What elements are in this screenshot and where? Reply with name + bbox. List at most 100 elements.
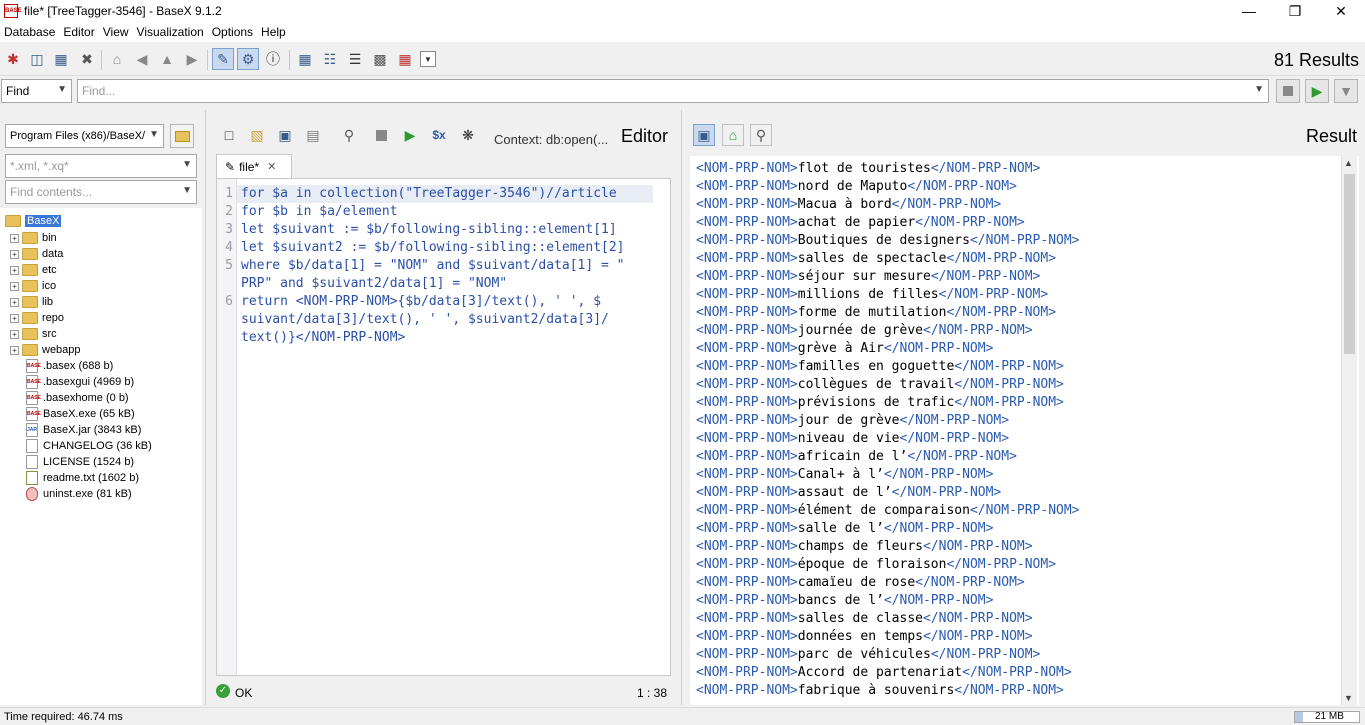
save-icon[interactable]: ▣	[274, 124, 296, 146]
find-mode-select[interactable]: Find ▼	[1, 79, 72, 103]
find-input[interactable]: Find... ▼	[77, 79, 1269, 103]
chevron-down-icon[interactable]: ▼	[1254, 84, 1264, 95]
file-filter-placeholder: *.xml, *.xq*	[10, 159, 69, 173]
folder-view-icon[interactable]: ☰	[344, 48, 366, 70]
code-editor[interactable]: 1 2 3 4 5 6 for $a in collection("TreeTa…	[216, 178, 671, 676]
tree-view-icon[interactable]: ☷	[319, 48, 341, 70]
menu-visualization[interactable]: Visualization	[133, 25, 208, 39]
menu-editor[interactable]: Editor	[59, 25, 98, 39]
tree-root-basex[interactable]: BaseX	[5, 213, 62, 229]
info-icon[interactable]: ⓘ	[262, 48, 284, 70]
tree-file[interactable]: LICENSE (1524 b)	[26, 454, 134, 470]
test-bug-icon[interactable]: ❋	[457, 124, 479, 146]
result-row: <NOM-PRP-NOM>camaïeu de rose</NOM-PRP-NO…	[696, 574, 1025, 592]
scroll-down-icon[interactable]: ▼	[1344, 693, 1353, 703]
tab-file[interactable]: ✎ file* ✕	[216, 154, 292, 178]
menu-view[interactable]: View	[99, 25, 133, 39]
home-icon[interactable]: ⌂	[722, 124, 744, 146]
expand-icon[interactable]: +	[10, 281, 19, 291]
expand-icon[interactable]: +	[10, 313, 19, 323]
memory-meter[interactable]: 21 MB	[1294, 711, 1360, 723]
table-view-icon[interactable]: ▦	[394, 48, 416, 70]
run-query-button[interactable]: ▶	[1305, 79, 1329, 103]
tree-file[interactable]: BASE .basexgui (4969 b)	[26, 374, 134, 390]
tree-folder-repo[interactable]: + repo	[10, 310, 64, 326]
open-file-icon[interactable]: ▧	[246, 124, 268, 146]
chevron-down-icon[interactable]: ▼	[182, 185, 192, 196]
tree-folder-src[interactable]: + src	[10, 326, 57, 342]
tree-file[interactable]: BASE BaseX.exe (65 kB)	[26, 406, 135, 422]
find-bar: Find ▼ Find... ▼ ▶ ▼	[0, 78, 1365, 104]
folder-open-icon	[5, 215, 21, 227]
expand-icon[interactable]: +	[10, 233, 19, 243]
open-database-icon[interactable]: ◫	[26, 48, 48, 70]
tree-file[interactable]: CHANGELOG (36 kB)	[26, 438, 152, 454]
map-view-icon[interactable]: ▦	[294, 48, 316, 70]
close-tab-icon[interactable]: ✕	[267, 160, 276, 173]
filter-button[interactable]: ▼	[1334, 79, 1358, 103]
panel-divider[interactable]	[205, 110, 206, 705]
tree-file[interactable]: BASE .basexhome (0 b)	[26, 390, 129, 406]
find-contents-input[interactable]: Find contents... ▼	[5, 180, 197, 204]
back-icon[interactable]: ◀	[131, 48, 153, 70]
project-path-select[interactable]: Program Files (x86)/BaseX/ ▼	[5, 124, 164, 148]
tree-folder-bin[interactable]: + bin	[10, 230, 57, 246]
variables-icon[interactable]: $x	[428, 124, 450, 146]
result-value: fabrique à souvenirs	[797, 683, 955, 698]
run-icon[interactable]: ▶	[399, 124, 421, 146]
tree-folder-lib[interactable]: + lib	[10, 294, 53, 310]
close-window-button[interactable]: ✕	[1318, 0, 1364, 22]
file-filter-input[interactable]: *.xml, *.xq* ▼	[5, 154, 197, 178]
editor-toggle-icon[interactable]: ✎	[212, 48, 234, 70]
panel-divider[interactable]	[681, 110, 682, 705]
database-properties-icon[interactable]: ▦	[50, 48, 72, 70]
maximize-button[interactable]: ❐	[1272, 0, 1318, 22]
close-database-icon[interactable]: ✖	[76, 48, 98, 70]
views-dropdown-icon[interactable]: ▼	[420, 51, 436, 67]
history-icon[interactable]: ▤	[302, 124, 324, 146]
expand-icon[interactable]: +	[10, 345, 19, 355]
close-tag: </NOM-PRP-NOM>	[922, 629, 1033, 644]
expand-icon[interactable]: +	[10, 249, 19, 259]
result-text-area[interactable]: <NOM-PRP-NOM>flot de touristes</NOM-PRP-…	[690, 156, 1359, 705]
home-icon[interactable]: ⌂	[106, 48, 128, 70]
close-tag: </NOM-PRP-NOM>	[930, 269, 1041, 284]
minimize-button[interactable]: —	[1226, 0, 1272, 22]
expand-icon[interactable]: +	[10, 297, 19, 307]
search-icon[interactable]: ⚲	[338, 124, 360, 146]
browse-folder-button[interactable]	[170, 124, 194, 148]
menu-help[interactable]: Help	[257, 25, 290, 39]
close-tag: </NOM-PRP-NOM>	[907, 449, 1017, 464]
new-file-icon[interactable]: □	[218, 124, 240, 146]
tree-folder-data[interactable]: + data	[10, 246, 63, 262]
menu-database[interactable]: Database	[0, 25, 59, 39]
basex-file-icon: BASE	[26, 375, 41, 389]
scroll-up-icon[interactable]: ▲	[1344, 158, 1353, 168]
project-toggle-icon[interactable]: ⚙	[237, 48, 259, 70]
folder-icon	[22, 344, 38, 356]
new-database-icon[interactable]: ✱	[2, 48, 24, 70]
menu-options[interactable]: Options	[208, 25, 257, 39]
result-value: grève à Air	[797, 341, 884, 356]
result-scrollbar[interactable]: ▲ ▼	[1341, 156, 1357, 705]
tree-file[interactable]: JAR BaseX.jar (3843 kB)	[26, 422, 141, 438]
search-icon[interactable]: ⚲	[750, 124, 772, 146]
tree-folder-ico[interactable]: + ico	[10, 278, 56, 294]
tree-file[interactable]: uninst.exe (81 kB)	[26, 486, 132, 502]
folder-icon	[22, 296, 38, 308]
save-result-icon[interactable]: ▣	[693, 124, 715, 146]
result-value: jour de grève	[797, 413, 900, 428]
expand-icon[interactable]: +	[10, 265, 19, 275]
expand-icon[interactable]: +	[10, 329, 19, 339]
stop-query-button[interactable]	[1276, 79, 1300, 103]
up-icon[interactable]: ▲	[156, 48, 178, 70]
tree-folder-webapp[interactable]: + webapp	[10, 342, 81, 358]
tree-file[interactable]: readme.txt (1602 b)	[26, 470, 139, 486]
tree-file[interactable]: BASE .basex (688 b)	[26, 358, 113, 374]
stop-icon[interactable]	[370, 124, 392, 146]
chevron-down-icon[interactable]: ▼	[182, 159, 192, 170]
scrollbar-thumb[interactable]	[1344, 174, 1355, 354]
forward-icon[interactable]: ▶	[181, 48, 203, 70]
plot-view-icon[interactable]: ▩	[369, 48, 391, 70]
tree-folder-etc[interactable]: + etc	[10, 262, 57, 278]
